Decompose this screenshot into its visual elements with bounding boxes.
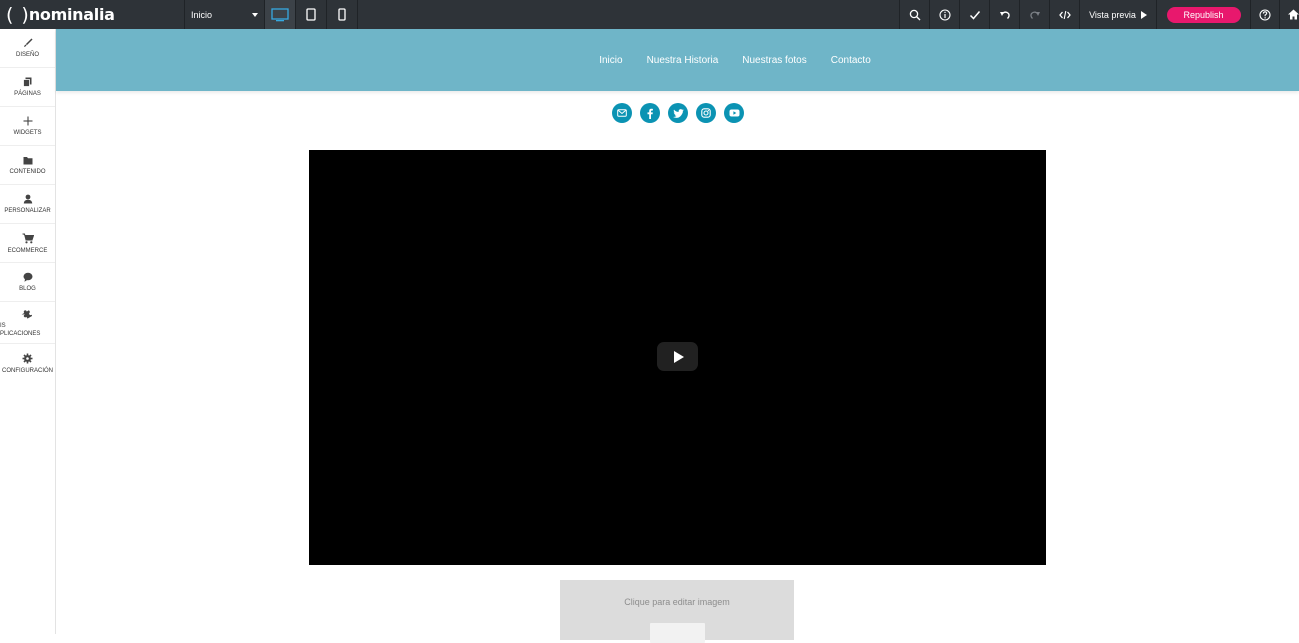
undo-button[interactable] xyxy=(989,0,1019,29)
sidebar-item-label: BLOG xyxy=(19,286,36,292)
sidebar-item-personalizar[interactable]: PERSONALIZAR xyxy=(0,185,55,224)
home-icon xyxy=(1288,9,1299,20)
nominalia-logo[interactable]: () nominalia xyxy=(0,0,185,29)
plus-icon xyxy=(23,116,32,126)
puzzle-icon xyxy=(21,309,32,319)
brush-icon xyxy=(23,38,33,47)
sidebar-item-widgets[interactable]: WIDGETS xyxy=(0,107,55,146)
tablet-icon xyxy=(306,8,316,21)
play-icon xyxy=(673,350,684,363)
email-icon[interactable] xyxy=(612,103,632,123)
sidebar-item-label: PERSONALIZAR xyxy=(4,208,51,214)
page-selector[interactable]: Inicio xyxy=(185,0,265,29)
video-player[interactable] xyxy=(309,150,1046,565)
pages-icon xyxy=(23,77,32,87)
preview-button[interactable]: Vista previa xyxy=(1079,0,1156,29)
desktop-icon xyxy=(271,7,289,21)
social-links xyxy=(612,103,744,123)
preview-label: Vista previa xyxy=(1089,9,1136,20)
undo-icon xyxy=(999,10,1010,19)
home-button[interactable] xyxy=(1279,0,1299,29)
facebook-icon[interactable] xyxy=(640,103,660,123)
play-button[interactable] xyxy=(657,342,698,371)
sidebar-item-configuracion[interactable]: CONFIGURACIÓN xyxy=(0,344,55,383)
image-icon xyxy=(650,623,705,643)
twitter-icon[interactable] xyxy=(668,103,688,123)
sidebar-item-aplicaciones[interactable]: IS PLICACIONES xyxy=(0,302,55,344)
redo-button[interactable] xyxy=(1019,0,1049,29)
nav-link-contacto[interactable]: Contacto xyxy=(831,55,871,66)
editor-sidebar: DISEÑO PÁGINAS WIDGETS CONTENIDO PERSONA… xyxy=(0,29,56,634)
chat-icon xyxy=(23,272,32,282)
info-icon xyxy=(938,8,951,21)
search-icon xyxy=(909,9,920,20)
site-nav: Inicio Nuestra Historia Nuestras fotos C… xyxy=(56,29,1299,91)
site-header[interactable]: Inicio Nuestra Historia Nuestras fotos C… xyxy=(56,29,1299,91)
republish-button[interactable]: Republish xyxy=(1166,6,1241,23)
nav-link-nuestras-fotos[interactable]: Nuestras fotos xyxy=(742,55,806,66)
help-icon xyxy=(1259,8,1271,21)
page-selector-value: Inicio xyxy=(191,9,213,20)
image-placeholder[interactable]: Clique para editar imagem xyxy=(560,580,794,643)
redo-icon xyxy=(1029,10,1040,19)
chevron-down-icon xyxy=(252,12,258,17)
editor-toolbar: () nominalia Inicio Vista previa Republi… xyxy=(0,0,1299,29)
mobile-icon xyxy=(338,8,346,21)
logo-brand-text: nominalia xyxy=(28,5,115,24)
sidebar-item-diseno[interactable]: DISEÑO xyxy=(0,29,55,68)
sidebar-item-label-line1: IS xyxy=(0,322,6,329)
sidebar-item-label: ECOMMERCE xyxy=(7,247,48,254)
folder-icon xyxy=(23,156,32,164)
sidebar-item-contenido[interactable]: CONTENIDO xyxy=(0,146,55,185)
logo-mark: () xyxy=(6,3,29,26)
image-placeholder-text: Clique para editar imagem xyxy=(624,597,730,607)
sidebar-item-blog[interactable]: BLOG xyxy=(0,263,55,302)
nav-link-nuestra-historia[interactable]: Nuestra Historia xyxy=(647,55,719,66)
youtube-icon[interactable] xyxy=(724,103,744,123)
cart-icon xyxy=(22,233,34,243)
search-button[interactable] xyxy=(899,0,929,29)
sidebar-item-label: DISEÑO xyxy=(15,52,39,58)
tablet-view-button[interactable] xyxy=(296,0,327,29)
sidebar-item-label-line2: PLICACIONES xyxy=(0,330,41,337)
sidebar-item-paginas[interactable]: PÁGINAS xyxy=(0,68,55,107)
gear-icon xyxy=(22,353,33,364)
mobile-view-button[interactable] xyxy=(327,0,358,29)
sidebar-item-label: WIDGETS xyxy=(13,130,42,136)
save-check-button[interactable] xyxy=(959,0,989,29)
help-button[interactable] xyxy=(1250,0,1279,29)
sidebar-item-label: CONFIGURACIÓN xyxy=(2,368,53,374)
check-icon xyxy=(969,10,980,20)
desktop-view-button[interactable] xyxy=(265,0,296,29)
instagram-icon[interactable] xyxy=(696,103,716,123)
user-icon xyxy=(23,194,32,204)
code-icon xyxy=(1058,10,1071,19)
info-button[interactable] xyxy=(929,0,959,29)
sidebar-item-label: PÁGINAS xyxy=(14,91,41,97)
code-button[interactable] xyxy=(1049,0,1079,29)
sidebar-item-ecommerce[interactable]: ECOMMERCE xyxy=(0,224,55,263)
sidebar-item-label: CONTENIDO xyxy=(9,168,46,175)
play-icon xyxy=(1140,10,1147,19)
nav-link-inicio[interactable]: Inicio xyxy=(599,55,622,66)
